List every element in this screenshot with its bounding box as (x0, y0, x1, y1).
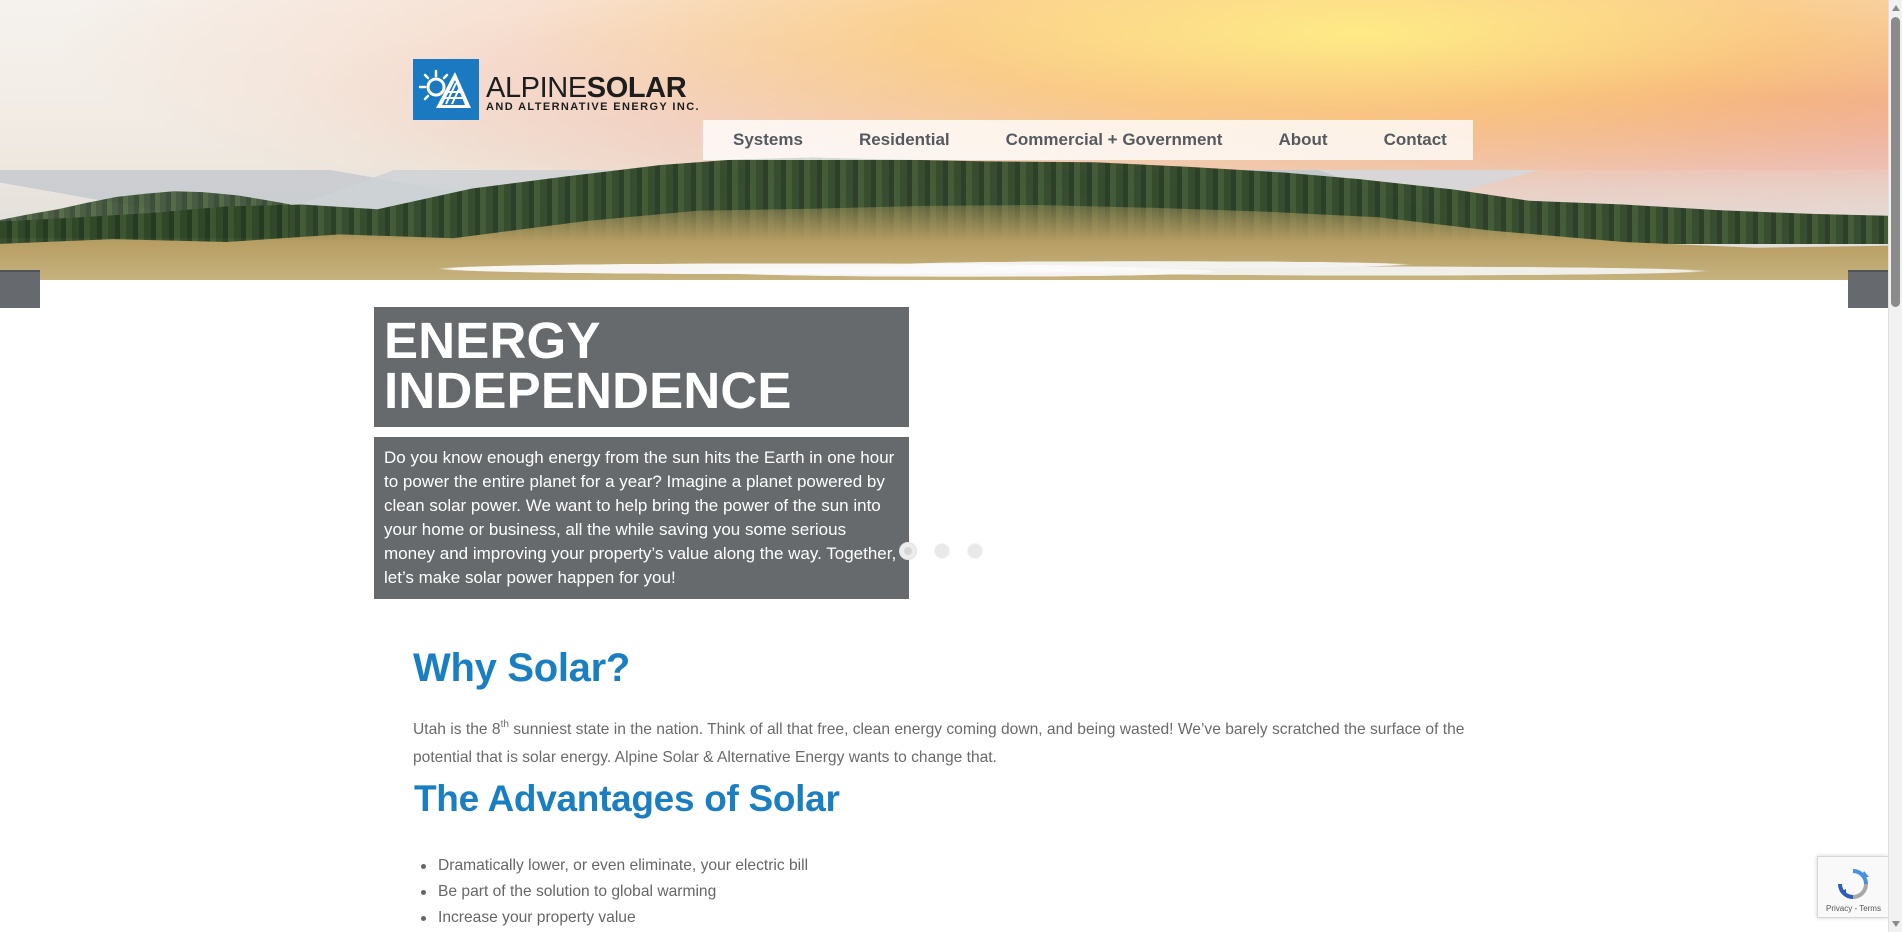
list-item: Be part of the solution to global warmin… (420, 879, 808, 905)
recaptcha-badge[interactable]: Privacy - Terms (1817, 856, 1888, 918)
vertical-scrollbar[interactable] (1888, 0, 1902, 932)
solar-mountain-icon (413, 59, 479, 120)
main-navigation: Systems Residential Commercial + Governm… (703, 120, 1473, 160)
page: ALPINESOLAR AND ALTERNATIVE ENERGY INC. … (0, 0, 1902, 932)
hero-slider-dots (900, 543, 990, 559)
hero-title-line-2: INDEPENDENCE (384, 362, 792, 419)
hero-title-line-1: ENERGY (384, 312, 601, 369)
snow-patches (0, 252, 1888, 280)
brand-subtitle: AND ALTERNATIVE ENERGY INC. (486, 101, 701, 113)
scrollbar-thumb[interactable] (1891, 17, 1900, 307)
intro-prefix: Utah is the 8 (413, 721, 501, 738)
why-solar-heading: Why Solar? (413, 646, 631, 690)
recaptcha-text: Privacy - Terms (1826, 904, 1881, 913)
slider-dot-2[interactable] (934, 543, 950, 559)
nav-item-residential[interactable]: Residential (859, 130, 950, 150)
why-solar-paragraph: Utah is the 8th sunniest state in the na… (413, 716, 1483, 772)
recaptcha-icon (1838, 869, 1869, 899)
hero-body-box: Do you know enough energy from the sun h… (374, 437, 909, 599)
nav-item-systems[interactable]: Systems (733, 130, 803, 150)
intro-superscript: th (500, 719, 509, 730)
list-item: Increase your property value (420, 905, 808, 931)
scroll-up-arrow-icon[interactable] (1892, 5, 1900, 11)
left-side-tab[interactable] (0, 270, 40, 308)
intro-suffix: sunniest state in the nation. Think of a… (413, 721, 1465, 766)
nav-item-commercial-government[interactable]: Commercial + Government (1006, 130, 1223, 150)
brand-name-part-1: ALPINE (486, 72, 587, 104)
advantages-list: Dramatically lower, or even eliminate, y… (420, 853, 808, 931)
site-logo[interactable]: ALPINESOLAR AND ALTERNATIVE ENERGY INC. (413, 59, 733, 121)
nav-item-contact[interactable]: Contact (1384, 130, 1447, 150)
nav-item-about[interactable]: About (1278, 130, 1327, 150)
advantages-heading: The Advantages of Solar (414, 778, 840, 819)
hero-title: ENERGY INDEPENDENCE (384, 315, 899, 419)
slider-dot-1[interactable] (900, 543, 916, 559)
scroll-down-arrow-icon[interactable] (1892, 921, 1900, 927)
right-side-tab[interactable] (1848, 270, 1888, 308)
slider-dot-3[interactable] (967, 543, 983, 559)
hero-title-box: ENERGY INDEPENDENCE (374, 307, 909, 427)
list-item: Dramatically lower, or even eliminate, y… (420, 853, 808, 879)
brand-name-part-2: SOLAR (586, 72, 687, 104)
hero-body-text: Do you know enough energy from the sun h… (384, 448, 897, 587)
brand-name: ALPINESOLAR (486, 72, 687, 104)
